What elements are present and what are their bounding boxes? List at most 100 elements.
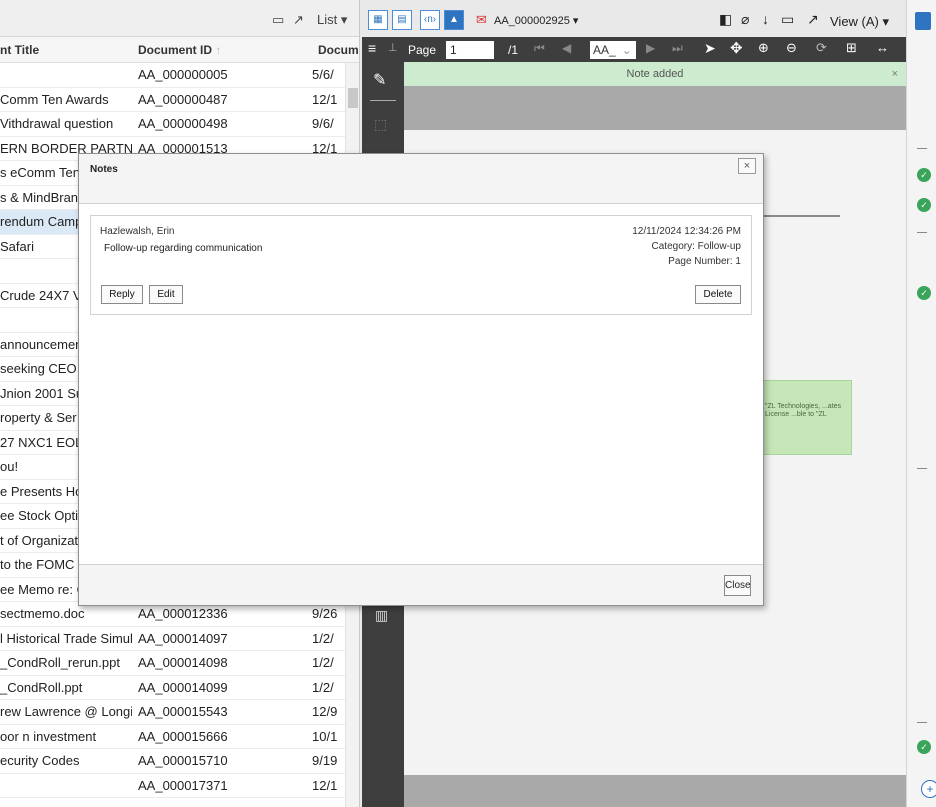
cell-date: 10/1 [312,728,338,744]
banner-text: Note added [626,68,684,80]
rotate-icon[interactable]: ⟳ [816,40,827,56]
grid-view-icon[interactable]: ▦ [368,10,388,30]
check-icon: ✓ [917,168,931,182]
maximize-viewer-icon[interactable]: ▭ [781,11,794,28]
right-status-strip: ✓ ✓ ✓ ✓ + [906,0,936,807]
cell-document-id: AA_000014097 [138,630,228,646]
cell-title: sectmemo.doc [0,606,85,621]
panel-icon[interactable]: ◧ [719,11,732,28]
table-row[interactable]: Vithdrawal question AA_000000498 9/6/ [0,112,345,137]
zoom-value: AA_ [593,43,616,57]
fit-page-icon[interactable]: ⊞ [846,40,857,56]
table-row[interactable]: AA_000017371 12/1 [0,774,345,798]
pan-icon[interactable]: ✥ [730,39,743,57]
dialog-title: Notes [90,164,118,175]
viewer-navigation-toolbar: ≡ ⊥ Page /1 ⏮ ◀ AA_ ⌄ ▶ ⏭ ➤ ✥ ⊕ ⊖ ⟳ ⊞ ↔ [362,37,906,62]
edit-button[interactable]: Edit [149,285,183,304]
cell-document-id: AA_000000487 [138,91,228,107]
next-page-icon[interactable]: ▶ [646,41,655,55]
table-row[interactable]: _CondRoll_rerun.ppt AA_000014098 1/2/ [0,651,345,676]
status-dash [917,232,927,233]
cell-date: 12/1 [312,91,338,107]
cell-date: 5/6/ [312,67,334,82]
table-row[interactable]: l Historical Trade Simul AA_000014097 1/2/ [0,627,345,651]
maximize-icon[interactable]: ▭ [272,12,284,28]
pin-icon[interactable]: ⊥ [388,41,398,54]
menu-icon[interactable]: ≡ [368,40,376,56]
reply-button[interactable]: Reply [101,285,143,304]
column-header-date[interactable]: Docum [318,43,359,57]
viewer-top-toolbar: ▦ ▤ ‹n› ▲ ✉ AA_000002925 ▾ ◧ ⌀ ↓ ▭ ↗ Vie… [362,8,906,34]
cell-document-id: AA_000000005 [138,67,228,82]
last-page-icon[interactable]: ⏭ [672,41,683,56]
select-pointer-icon[interactable]: ➤ [704,40,716,57]
page-number-input[interactable] [446,41,494,59]
note-category: Category: Follow-up [651,241,741,252]
note-card: Hazlewalsh, Erin Follow-up regarding com… [90,215,752,315]
list-column-header: nt Title Document ID ↑ Docum [0,37,359,63]
check-icon: ✓ [917,286,931,300]
cell-title: ecurity Codes [0,753,80,768]
cell-date: 1/2/ [312,679,334,695]
page-total: /1 [508,43,519,57]
note-page-number: Page Number: 1 [668,256,741,267]
previous-page-icon[interactable]: ◀ [562,41,571,55]
toolbar-divider [370,100,396,101]
dialog-body: Hazlewalsh, Erin Follow-up regarding com… [79,203,763,565]
native-view-icon[interactable]: ‹n› [420,10,440,30]
add-icon[interactable]: + [921,780,936,798]
column-header-document-id[interactable]: Document ID ↑ [138,43,221,57]
cell-document-id: AA_000015666 [138,728,228,744]
highlight-pen-icon[interactable]: ✎ [373,70,386,90]
view-mode-dropdown[interactable]: View (A) ▾ [830,14,889,30]
email-icon: ✉ [476,12,487,27]
table-row[interactable]: rew Lawrence @ Longit AA_000015543 12/9 [0,700,345,725]
image-view-icon[interactable]: ▲ [444,10,464,30]
chevron-down-icon: ⌄ [621,43,632,57]
table-row[interactable]: oor n investment AA_000015666 10/1 [0,725,345,749]
cell-title: rew Lawrence @ Longit [0,704,132,719]
document-margin-bottom [404,775,906,807]
table-row[interactable]: ecurity Codes AA_000015710 9/19 [0,749,345,774]
document-margin [404,86,906,130]
zoom-in-icon[interactable]: ⊕ [758,40,769,56]
first-page-icon[interactable]: ⏮ [534,41,545,56]
columns-icon[interactable]: ▥ [375,607,388,624]
highlighted-note-region[interactable]: "ZL Technologies, ...ates License ...ble… [762,380,852,455]
cell-document-id: AA_000015543 [138,704,228,719]
cell-date: 9/6/ [312,116,334,131]
hide-icon[interactable]: ⌀ [741,11,749,28]
close-button[interactable]: Close [724,575,751,596]
page-label: Page [408,43,437,57]
popout-viewer-icon[interactable]: ↗ [807,11,819,28]
cell-document-id: AA_000014099 [138,679,228,695]
scrollbar-thumb[interactable] [348,88,358,108]
note-author: Hazlewalsh, Erin [100,226,175,237]
close-icon[interactable]: × [738,158,756,174]
zoom-select[interactable]: AA_ ⌄ [590,41,636,59]
cell-document-id: AA_000015710 [138,753,228,768]
table-row[interactable]: Comm Ten Awards AA_000000487 12/1 [0,88,345,112]
popout-icon[interactable]: ↗ [293,12,304,28]
table-row[interactable]: _CondRoll.ppt AA_000014099 1/2/ [0,676,345,700]
table-row[interactable]: AA_000000005 5/6/ [0,63,345,88]
split-view-icon[interactable]: ▤ [392,10,412,30]
status-dash [917,468,927,469]
document-icon[interactable] [915,12,931,30]
close-banner-icon[interactable]: × [892,62,898,86]
cell-document-id: AA_000000498 [138,116,228,131]
delete-button[interactable]: Delete [695,285,741,304]
sort-arrow-icon: ↑ [215,43,222,57]
document-name-dropdown[interactable]: AA_000002925 ▾ [494,14,578,27]
cell-title: l Historical Trade Simul [0,630,132,646]
column-header-title[interactable]: nt Title [0,43,39,57]
download-icon[interactable]: ↓ [762,11,769,27]
cell-title: Comm Ten Awards [0,91,109,107]
redaction-box-icon[interactable]: ⬚ [374,116,387,133]
fit-width-icon[interactable]: ↔ [876,40,889,55]
zoom-out-icon[interactable]: ⊖ [786,40,797,56]
list-view-dropdown[interactable]: List ▾ [317,12,347,28]
status-dash [917,722,927,723]
cell-title: oor n investment [0,728,97,744]
cell-date: 1/2/ [312,630,334,646]
